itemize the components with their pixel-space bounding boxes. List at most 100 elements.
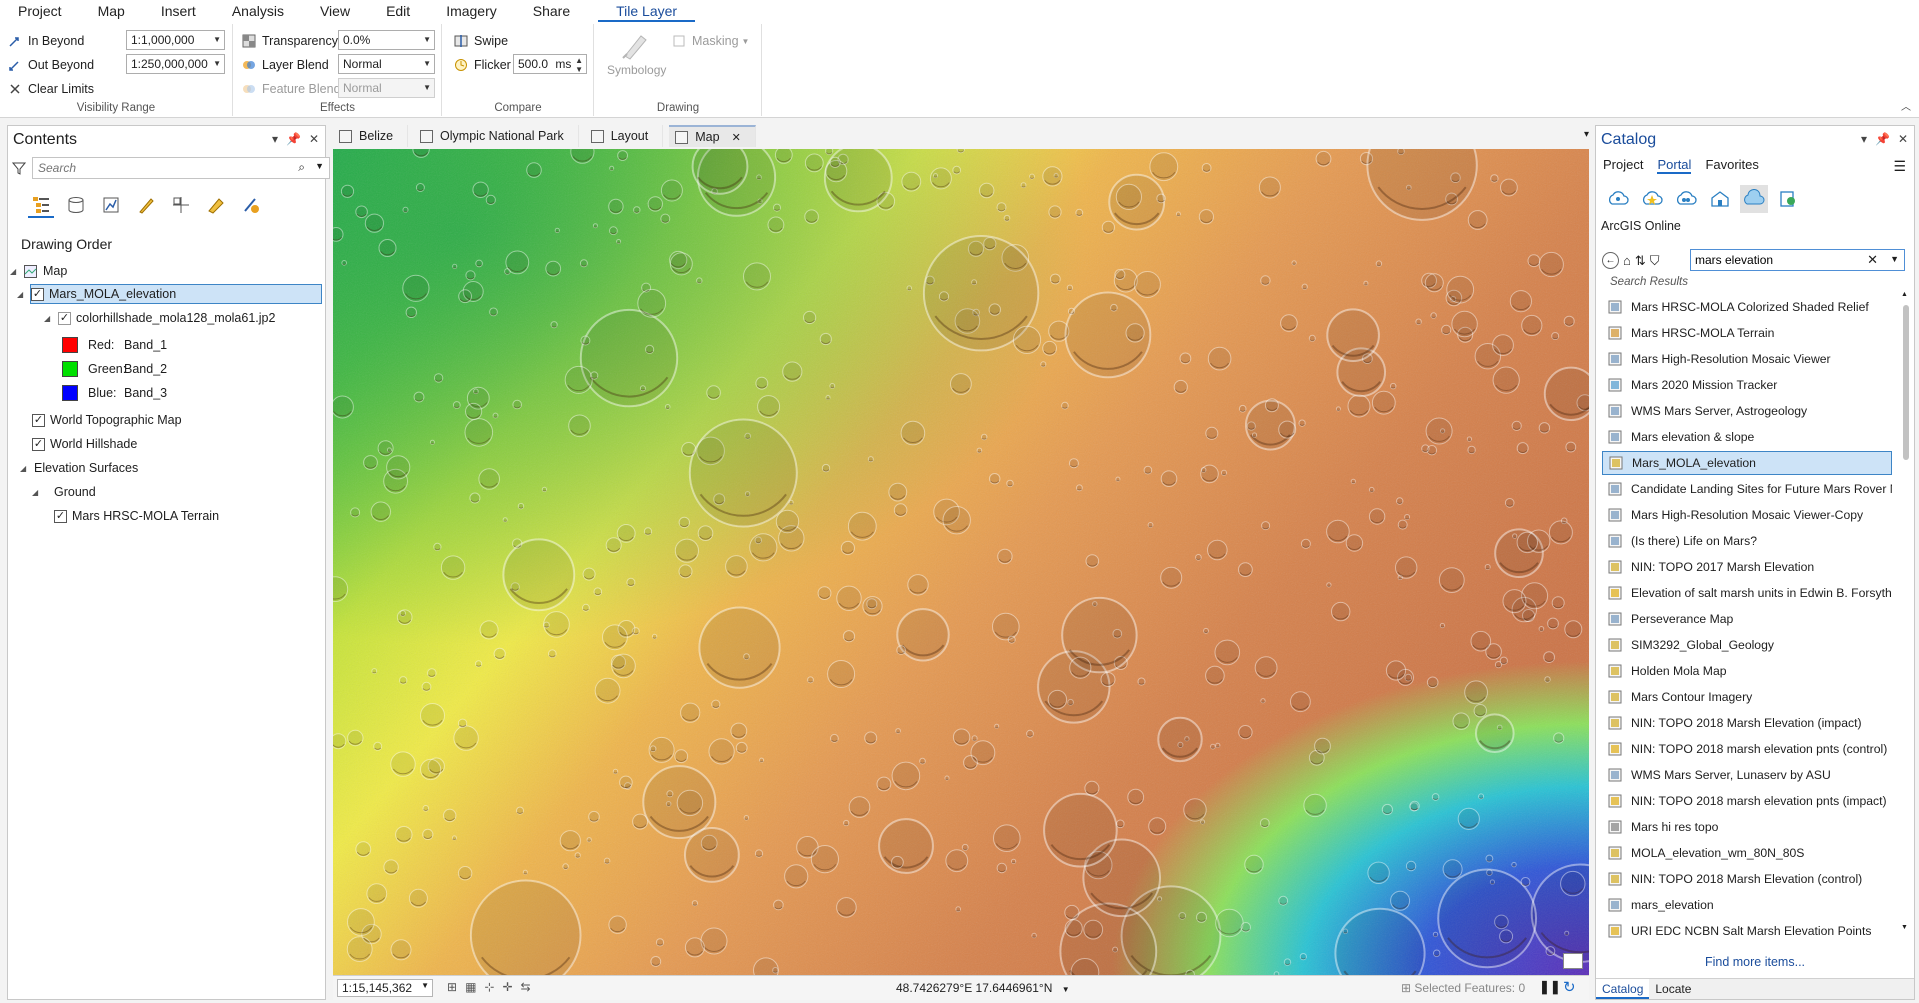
layer-visibility-checkbox[interactable]: ✓ (54, 509, 67, 523)
list-by-labeling-icon[interactable] (203, 192, 229, 218)
view-tab-layout[interactable]: Layout (585, 125, 664, 147)
bottom-tab-catalog[interactable]: Catalog (1596, 979, 1650, 999)
collapse-ribbon-icon[interactable]: ︿ (1901, 98, 1911, 113)
tab-imagery[interactable]: Imagery (428, 0, 515, 22)
map-extent-icon[interactable]: ⊞ (447, 980, 457, 994)
search-result-item[interactable]: Mars 2020 Mission Tracker (1602, 373, 1892, 397)
list-by-snapping-icon[interactable] (168, 192, 194, 218)
refresh-icon[interactable]: ↻ (1563, 978, 1576, 996)
chevron-down-icon[interactable]: ▾ (1584, 129, 1589, 140)
swipe-button[interactable]: Swipe (454, 31, 508, 51)
view-tab-map[interactable]: Map ✕ (669, 125, 756, 147)
arcgis-online-icon[interactable] (1740, 185, 1768, 213)
pin-icon[interactable]: 📌 (286, 132, 301, 146)
search-result-item[interactable]: WMS Mars Server, Astrogeology (1602, 399, 1892, 423)
filter-icon[interactable]: ⛉ (1650, 253, 1660, 269)
search-result-item[interactable]: WMS Mars Server, Lunaserv by ASU (1602, 763, 1892, 787)
layer-visibility-checkbox[interactable]: ✓ (31, 287, 44, 301)
snapping-icon[interactable]: ⊹ (484, 980, 494, 994)
catalog-tab-favorites[interactable]: Favorites (1705, 157, 1758, 174)
my-organization-icon[interactable] (1706, 185, 1734, 213)
catalog-tab-project[interactable]: Project (1603, 157, 1643, 174)
search-result-item[interactable]: Mars Contour Imagery (1602, 685, 1892, 709)
tab-insert[interactable]: Insert (143, 0, 214, 22)
layer-blend-combo[interactable]: Normal ▼ (338, 54, 435, 74)
living-atlas-icon[interactable] (1774, 185, 1802, 213)
catalog-tab-portal[interactable]: Portal (1657, 157, 1692, 174)
my-favorites-icon[interactable] (1638, 185, 1666, 213)
chevron-down-icon[interactable]: ▼ (315, 161, 324, 171)
tab-share[interactable]: Share (515, 0, 588, 22)
catalog-search-input[interactable] (1691, 250, 1861, 270)
search-result-item[interactable]: (Is there) Life on Mars? (1602, 529, 1892, 553)
filter-icon[interactable] (12, 161, 26, 175)
sublayer-jp2[interactable]: ◢ ✓ colorhillshade_mola128_mola61.jp2 (44, 308, 275, 328)
navigation-icon[interactable]: ⇆ (521, 980, 531, 994)
list-by-selection-icon[interactable] (98, 192, 124, 218)
view-tab-belize[interactable]: Belize (333, 125, 409, 147)
close-icon[interactable]: ✕ (309, 132, 319, 146)
map-tips-icon[interactable] (1563, 953, 1583, 969)
tab-tile-layer[interactable]: Tile Layer (598, 0, 696, 22)
search-result-item[interactable]: Mars elevation & slope (1602, 425, 1892, 449)
search-result-item[interactable]: Elevation of salt marsh units in Edwin B… (1602, 581, 1892, 605)
view-tab-olympic[interactable]: Olympic National Park (414, 125, 579, 147)
expand-triangle-icon[interactable]: ◢ (20, 464, 30, 473)
in-beyond-combo[interactable]: 1:1,000,000 ▼ (126, 30, 225, 50)
symbology-button[interactable]: Symbology (607, 30, 666, 77)
list-by-drawing-order-icon[interactable] (28, 192, 54, 218)
chevron-down-icon[interactable]: ▼ (1062, 985, 1070, 994)
list-by-editing-icon[interactable] (133, 192, 159, 218)
close-icon[interactable]: ✕ (1898, 132, 1908, 146)
map-view[interactable] (333, 149, 1589, 975)
search-result-item[interactable]: MOLA_elevation_wm_80N_80S (1602, 841, 1892, 865)
tree-map[interactable]: ◢ Map (10, 261, 67, 281)
find-more-items-link[interactable]: Find more items... (1596, 955, 1914, 969)
search-result-item[interactable]: NIN: TOPO 2018 Marsh Elevation (impact) (1602, 711, 1892, 735)
expand-triangle-icon[interactable]: ◢ (10, 267, 20, 276)
home-icon[interactable]: ⌂ (1623, 253, 1631, 268)
scroll-down-icon[interactable]: ▼ (1901, 924, 1908, 931)
list-by-perspective-imagery-icon[interactable] (238, 192, 264, 218)
close-icon[interactable]: ✕ (732, 131, 741, 144)
tab-project[interactable]: Project (0, 0, 80, 22)
list-by-data-source-icon[interactable] (63, 192, 89, 218)
pin-icon[interactable]: 📌 (1875, 132, 1890, 146)
search-result-item[interactable]: Holden Mola Map (1602, 659, 1892, 683)
search-result-item[interactable]: Mars HRSC-MOLA Colorized Shaded Relief (1602, 295, 1892, 319)
search-result-item[interactable]: NIN: TOPO 2018 Marsh Elevation (control) (1602, 867, 1892, 891)
results-scrollbar[interactable]: ▲ ▼ (1901, 291, 1911, 931)
search-result-item[interactable]: Mars hi res topo (1602, 815, 1892, 839)
tab-view[interactable]: View (302, 0, 368, 22)
tab-map[interactable]: Map (80, 0, 143, 22)
tab-analysis[interactable]: Analysis (214, 0, 302, 22)
grid-icon[interactable]: ▦ (465, 980, 476, 994)
flicker-stepper[interactable]: 500.0 ms ▲ ▼ (513, 54, 587, 74)
search-icon[interactable]: ⌕ (298, 160, 305, 175)
contents-search-input[interactable] (33, 158, 283, 178)
out-beyond-combo[interactable]: 1:250,000,000 ▼ (126, 54, 225, 74)
scale-combo[interactable]: 1:15,145,362 ▼ (337, 979, 433, 997)
search-result-item[interactable]: Mars High-Resolution Mosaic Viewer (1602, 347, 1892, 371)
clear-search-icon[interactable]: ✕ (1867, 252, 1878, 268)
layer-visibility-checkbox[interactable]: ✓ (32, 413, 45, 427)
expand-triangle-icon[interactable]: ◢ (17, 290, 27, 299)
transparency-combo[interactable]: 0.0% ▼ (338, 30, 435, 50)
search-result-item[interactable]: Mars_MOLA_elevation (1602, 451, 1892, 475)
search-result-item[interactable]: NIN: TOPO 2018 marsh elevation pnts (con… (1602, 737, 1892, 761)
scroll-up-icon[interactable]: ▲ (1901, 291, 1908, 298)
layer-mars-hrsc-mola-terrain[interactable]: ✓ Mars HRSC-MOLA Terrain (54, 506, 219, 526)
bottom-tab-locate[interactable]: Locate (1649, 979, 1697, 999)
layer-mars-mola-elevation[interactable]: ◢ ✓ Mars_MOLA_elevation (17, 284, 322, 304)
tab-edit[interactable]: Edit (368, 0, 428, 22)
my-groups-icon[interactable] (1672, 185, 1700, 213)
pane-options-icon[interactable]: ▾ (272, 132, 278, 146)
search-result-item[interactable]: Mars HRSC-MOLA Terrain (1602, 321, 1892, 345)
search-result-item[interactable]: Perseverance Map (1602, 607, 1892, 631)
search-result-item[interactable]: URI EDC NCBN Salt Marsh Elevation Points (1602, 919, 1892, 943)
my-content-icon[interactable] (1604, 185, 1632, 213)
layer-world-topographic-map[interactable]: ✓ World Topographic Map (32, 410, 182, 430)
search-result-item[interactable]: mars_elevation (1602, 893, 1892, 917)
back-icon[interactable]: ← (1602, 252, 1619, 269)
pause-icon[interactable]: ❚❚ (1539, 979, 1561, 995)
